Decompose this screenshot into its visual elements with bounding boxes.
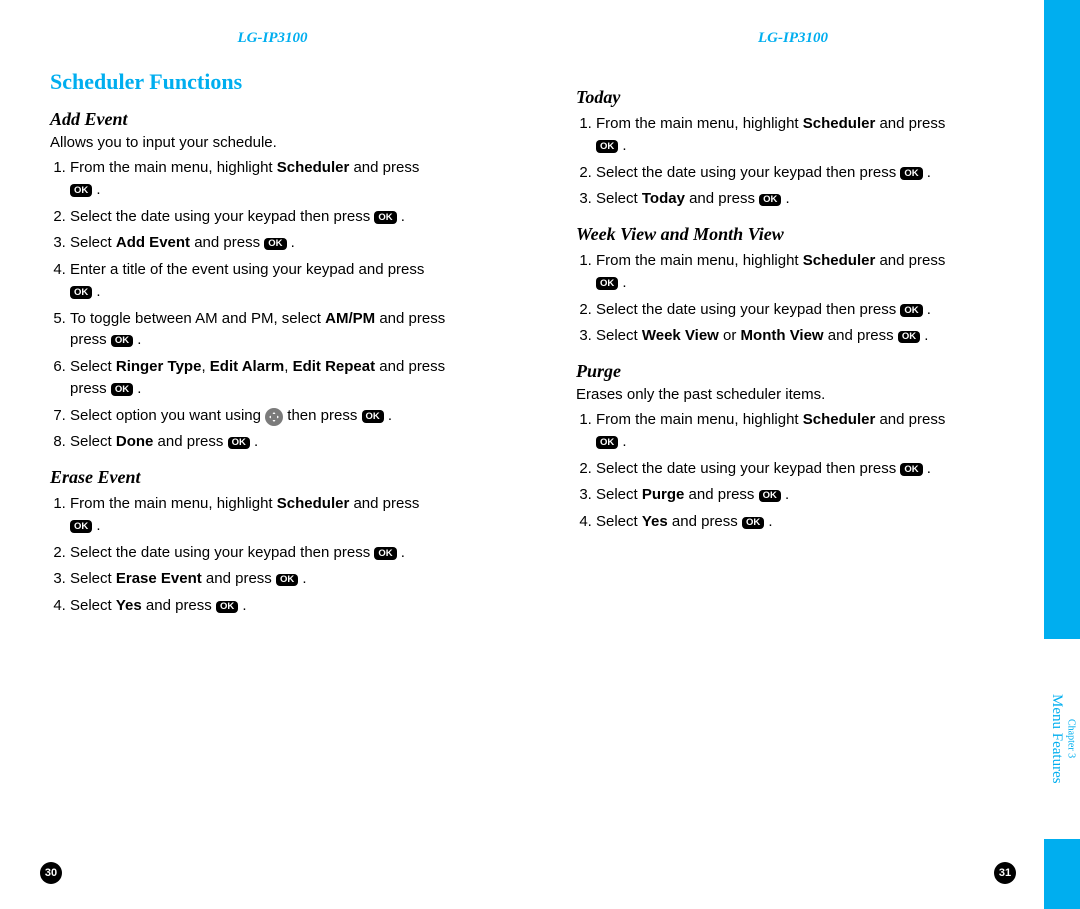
page-spread: LG-IP3100 Scheduler Functions Add Event … xyxy=(0,0,1080,909)
week-month-step-2: Select the date using your keypad then p… xyxy=(596,299,1010,321)
ok-icon: OK xyxy=(596,436,618,449)
page-number-right: 31 xyxy=(994,862,1016,884)
today-step-2: Select the date using your keypad then p… xyxy=(596,162,1010,184)
ok-icon: OK xyxy=(228,437,250,450)
ok-icon: OK xyxy=(70,184,92,197)
erase-event-steps: From the main menu, highlight Scheduler … xyxy=(50,493,495,617)
ok-icon: OK xyxy=(111,383,133,396)
right-page: LG-IP3100 Today From the main menu, high… xyxy=(540,0,1080,909)
week-month-step-1: From the main menu, highlight Scheduler … xyxy=(596,250,1010,294)
ok-icon: OK xyxy=(596,277,618,290)
left-page: LG-IP3100 Scheduler Functions Add Event … xyxy=(0,0,540,909)
week-month-steps: From the main menu, highlight Scheduler … xyxy=(576,250,1010,347)
ok-icon: OK xyxy=(374,547,396,560)
purge-steps: From the main menu, highlight Scheduler … xyxy=(576,409,1010,533)
ok-icon: OK xyxy=(596,140,618,153)
ok-icon: OK xyxy=(216,601,238,614)
ok-icon: OK xyxy=(374,211,396,224)
today-step-3: Select Today and press OK . xyxy=(596,188,1010,210)
ok-icon: OK xyxy=(759,490,781,503)
purge-step-2: Select the date using your keypad then p… xyxy=(596,458,1010,480)
purge-title: Purge xyxy=(576,361,1010,382)
erase-event-title: Erase Event xyxy=(50,467,495,488)
ok-icon: OK xyxy=(900,304,922,317)
today-steps: From the main menu, highlight Scheduler … xyxy=(576,113,1010,210)
add-event-step-7: Select option you want using then press … xyxy=(70,405,495,427)
erase-event-step-4: Select Yes and press OK . xyxy=(70,595,495,617)
erase-event-step-1: From the main menu, highlight Scheduler … xyxy=(70,493,495,537)
section-title: Scheduler Functions xyxy=(50,69,495,95)
ok-icon: OK xyxy=(362,410,384,423)
add-event-step-3: Select Add Event and press OK . xyxy=(70,232,495,254)
add-event-step-2: Select the date using your keypad then p… xyxy=(70,206,495,228)
model-label: LG-IP3100 xyxy=(238,30,308,47)
side-tab-label-box: Chapter 3 Menu Features xyxy=(1044,639,1080,839)
ok-icon: OK xyxy=(70,520,92,533)
today-step-1: From the main menu, highlight Scheduler … xyxy=(596,113,1010,157)
ok-icon: OK xyxy=(264,238,286,251)
purge-step-1: From the main menu, highlight Scheduler … xyxy=(596,409,1010,453)
add-event-step-4: Enter a title of the event using your ke… xyxy=(70,259,495,303)
week-month-step-3: Select Week View or Month View and press… xyxy=(596,325,1010,347)
add-event-title: Add Event xyxy=(50,109,495,130)
chapter-side-tab: Chapter 3 Menu Features xyxy=(1044,0,1080,909)
header-left: LG-IP3100 xyxy=(50,30,495,47)
ok-icon: OK xyxy=(742,517,764,530)
purge-step-3: Select Purge and press OK . xyxy=(596,484,1010,506)
add-event-intro: Allows you to input your schedule. xyxy=(50,134,495,151)
chapter-label: Chapter 3 xyxy=(1065,694,1077,784)
purge-step-4: Select Yes and press OK . xyxy=(596,511,1010,533)
ok-icon: OK xyxy=(759,194,781,207)
ok-icon: OK xyxy=(276,574,298,587)
today-title: Today xyxy=(576,87,1010,108)
ok-icon: OK xyxy=(900,167,922,180)
header-right: LG-IP3100 xyxy=(576,30,1010,47)
erase-event-step-2: Select the date using your keypad then p… xyxy=(70,542,495,564)
ok-icon: OK xyxy=(70,286,92,299)
ok-icon: OK xyxy=(111,335,133,348)
add-event-step-5: To toggle between AM and PM, select AM/P… xyxy=(70,308,495,352)
add-event-step-1: From the main menu, highlight Scheduler … xyxy=(70,157,495,201)
add-event-steps: From the main menu, highlight Scheduler … xyxy=(50,157,495,453)
ok-icon: OK xyxy=(900,463,922,476)
ok-icon: OK xyxy=(898,331,920,344)
purge-intro: Erases only the past scheduler items. xyxy=(576,386,1010,403)
week-month-title: Week View and Month View xyxy=(576,224,1010,245)
add-event-step-6: Select Ringer Type, Edit Alarm, Edit Rep… xyxy=(70,356,495,400)
add-event-step-8: Select Done and press OK . xyxy=(70,431,495,453)
nav-disc-icon xyxy=(265,408,283,426)
model-label: LG-IP3100 xyxy=(758,30,828,47)
page-number-left: 30 xyxy=(40,862,62,884)
chapter-title: Menu Features xyxy=(1048,694,1065,784)
erase-event-step-3: Select Erase Event and press OK . xyxy=(70,568,495,590)
